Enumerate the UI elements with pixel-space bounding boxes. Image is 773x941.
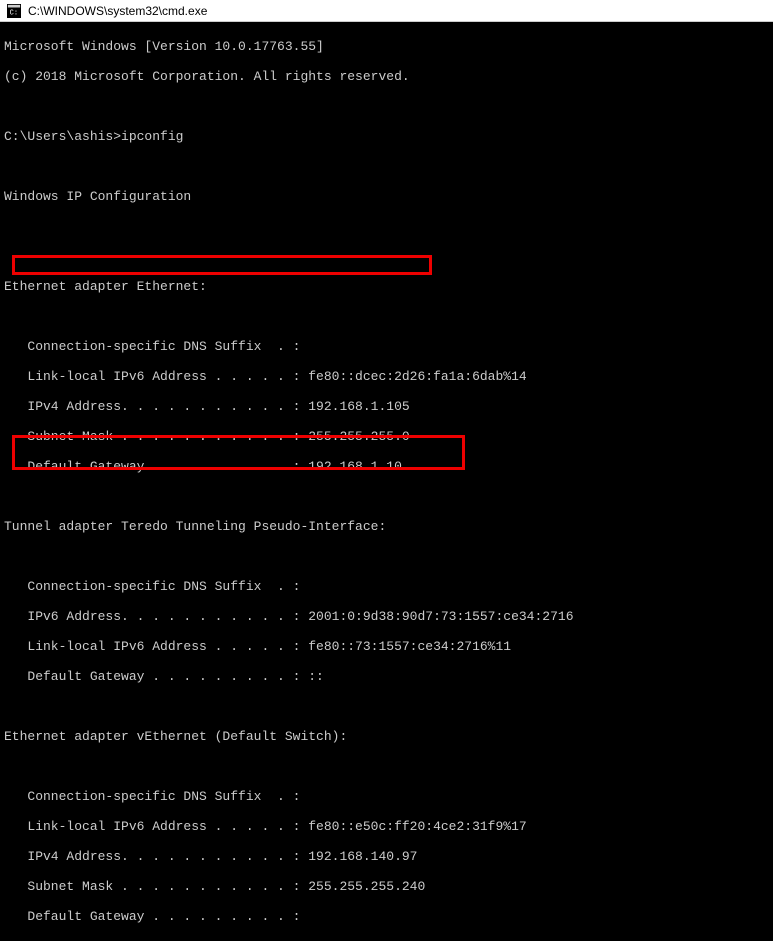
output-line xyxy=(4,489,769,504)
output-line xyxy=(4,159,769,174)
svg-text:C:: C: xyxy=(10,9,18,17)
adapter-header: Ethernet adapter vEthernet (Default Swit… xyxy=(4,729,769,744)
subnet-mask-line: Subnet Mask . . . . . . . . . . . : 255.… xyxy=(4,429,769,444)
dns-suffix-line: Connection-specific DNS Suffix . : xyxy=(4,789,769,804)
subnet-mask-line: Subnet Mask . . . . . . . . . . . : 255.… xyxy=(4,879,769,894)
ipv4-address-line: IPv4 Address. . . . . . . . . . . : 192.… xyxy=(4,849,769,864)
output-line: Windows IP Configuration xyxy=(4,189,769,204)
output-line xyxy=(4,309,769,324)
output-line xyxy=(4,249,769,264)
ipv4-address-line: IPv4 Address. . . . . . . . . . . : 192.… xyxy=(4,399,769,414)
adapter-header: Tunnel adapter Teredo Tunneling Pseudo-I… xyxy=(4,519,769,534)
dns-suffix-line: Connection-specific DNS Suffix . : xyxy=(4,579,769,594)
ipv6-address-line: Link-local IPv6 Address . . . . . : fe80… xyxy=(4,819,769,834)
ipv6-address-line: Link-local IPv6 Address . . . . . : fe80… xyxy=(4,369,769,384)
window-titlebar[interactable]: C: C:\WINDOWS\system32\cmd.exe xyxy=(0,0,773,22)
output-line xyxy=(4,549,769,564)
terminal-output[interactable]: Microsoft Windows [Version 10.0.17763.55… xyxy=(0,22,773,941)
output-line xyxy=(4,219,769,234)
dns-suffix-line: Connection-specific DNS Suffix . : xyxy=(4,339,769,354)
adapter-header: Ethernet adapter Ethernet: xyxy=(4,279,769,294)
output-line xyxy=(4,99,769,114)
ipv6-address-line: IPv6 Address. . . . . . . . . . . : 2001… xyxy=(4,609,769,624)
window-title: C:\WINDOWS\system32\cmd.exe xyxy=(28,4,207,18)
output-line: (c) 2018 Microsoft Corporation. All righ… xyxy=(4,69,769,84)
output-line: Microsoft Windows [Version 10.0.17763.55… xyxy=(4,39,769,54)
ipv6-address-line: Link-local IPv6 Address . . . . . : fe80… xyxy=(4,639,769,654)
prompt-line: C:\Users\ashis>ipconfig xyxy=(4,129,769,144)
default-gateway-line: Default Gateway . . . . . . . . . : 192.… xyxy=(4,459,769,474)
default-gateway-line: Default Gateway . . . . . . . . . : :: xyxy=(4,669,769,684)
output-line xyxy=(4,699,769,714)
default-gateway-line: Default Gateway . . . . . . . . . : xyxy=(4,909,769,924)
cmd-icon: C: xyxy=(6,3,22,19)
output-line xyxy=(4,759,769,774)
